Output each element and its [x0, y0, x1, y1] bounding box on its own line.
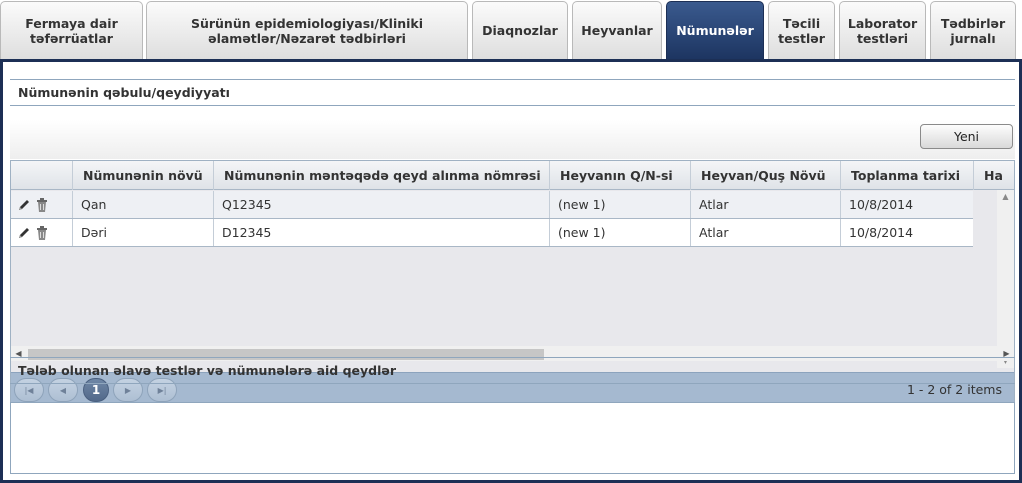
- tab-farm-details[interactable]: Fermaya dair təfərrüatlar: [0, 1, 143, 59]
- column-header-animal-id[interactable]: Heyvanın Q/N-si: [549, 161, 690, 190]
- new-sample-button[interactable]: Yeni: [920, 124, 1013, 149]
- tab-animals[interactable]: Heyvanlar: [572, 1, 662, 59]
- tab-label: təfərrüatlar: [30, 30, 113, 46]
- cell-collection-date: 10/8/2014: [840, 219, 973, 246]
- grid-toolbar: Yeni: [10, 120, 1015, 159]
- tab-label: Təcili: [782, 15, 821, 31]
- column-header-species[interactable]: Heyvan/Quş Növü: [690, 161, 840, 190]
- tab-label: testlər: [778, 30, 825, 46]
- tab-label: Diaqnozlar: [482, 23, 558, 38]
- column-header-collection-date[interactable]: Toplanma tarixi: [840, 161, 973, 190]
- samples-panel: Nümunənin qəbulu/qeydiyyatı Yeni Nümunən…: [0, 59, 1022, 483]
- grid-header: Nümunənin növü Nümunənin məntəqədə qeyd …: [11, 161, 1014, 190]
- cell-sample-type: Qan: [72, 191, 213, 218]
- cell-animal-id: (new 1): [549, 219, 690, 246]
- column-header-truncated[interactable]: Ha: [973, 161, 1014, 190]
- table-row[interactable]: Qan Q12345 (new 1) Atlar 10/8/2014: [11, 191, 973, 219]
- table-row[interactable]: Dəri D12345 (new 1) Atlar 10/8/2014: [11, 219, 973, 247]
- section-title-notes: Tələb olunan əlavə testlər və nümunələrə…: [10, 357, 1015, 384]
- tab-label: jurnalı: [950, 30, 996, 46]
- edit-pencil-icon[interactable]: [17, 225, 31, 241]
- delete-trash-icon[interactable]: [35, 225, 49, 241]
- delete-trash-icon[interactable]: [35, 197, 49, 213]
- tab-label: Heyvanlar: [581, 23, 653, 38]
- tab-epidemiology[interactable]: Sürünün epidemiologiyası/Kliniki əlamətlə…: [146, 1, 468, 59]
- tab-label: əlamətlər/Nəzarət tədbirləri: [208, 30, 406, 46]
- tab-action-log[interactable]: Tədbirlər jurnalı: [930, 1, 1016, 59]
- cell-collection-date: 10/8/2014: [840, 191, 973, 218]
- cell-registration-number: Q12345: [213, 191, 549, 218]
- cell-species: Atlar: [690, 191, 840, 218]
- tab-label: Tədbirlər: [940, 15, 1006, 31]
- edit-pencil-icon[interactable]: [17, 197, 31, 213]
- cell-animal-id: (new 1): [549, 191, 690, 218]
- column-header-sample-type[interactable]: Nümunənin növü: [72, 161, 213, 190]
- tab-bar: Fermaya dair təfərrüatlar Sürünün epidemi…: [0, 0, 1022, 60]
- cell-species: Atlar: [690, 219, 840, 246]
- tab-lab-tests[interactable]: Laborator testləri: [839, 1, 926, 59]
- vertical-scrollbar[interactable]: ▲ ▼: [997, 190, 1014, 368]
- scroll-up-arrow-icon[interactable]: ▲: [997, 190, 1014, 204]
- tab-urgent-tests[interactable]: Təcili testlər: [768, 1, 835, 59]
- notes-textarea[interactable]: [10, 402, 1015, 474]
- cell-sample-type: Dəri: [72, 219, 213, 246]
- tab-label: Laborator: [847, 15, 918, 31]
- tab-samples[interactable]: Nümunələr: [666, 1, 764, 59]
- row-actions: [11, 191, 72, 218]
- tab-label: testləri: [856, 30, 909, 46]
- row-actions: [11, 219, 72, 246]
- tab-label: Nümunələr: [676, 23, 754, 38]
- column-header-actions[interactable]: [11, 161, 72, 190]
- tab-diagnoses[interactable]: Diaqnozlar: [472, 1, 568, 59]
- column-header-registration-number[interactable]: Nümunənin məntəqədə qeyd alınma nömrəsi: [213, 161, 549, 190]
- tab-label: Fermaya dair: [25, 15, 118, 31]
- cell-registration-number: D12345: [213, 219, 549, 246]
- section-title-samples: Nümunənin qəbulu/qeydiyyatı: [10, 79, 1015, 106]
- tab-label: Sürünün epidemiologiyası/Kliniki: [190, 15, 424, 31]
